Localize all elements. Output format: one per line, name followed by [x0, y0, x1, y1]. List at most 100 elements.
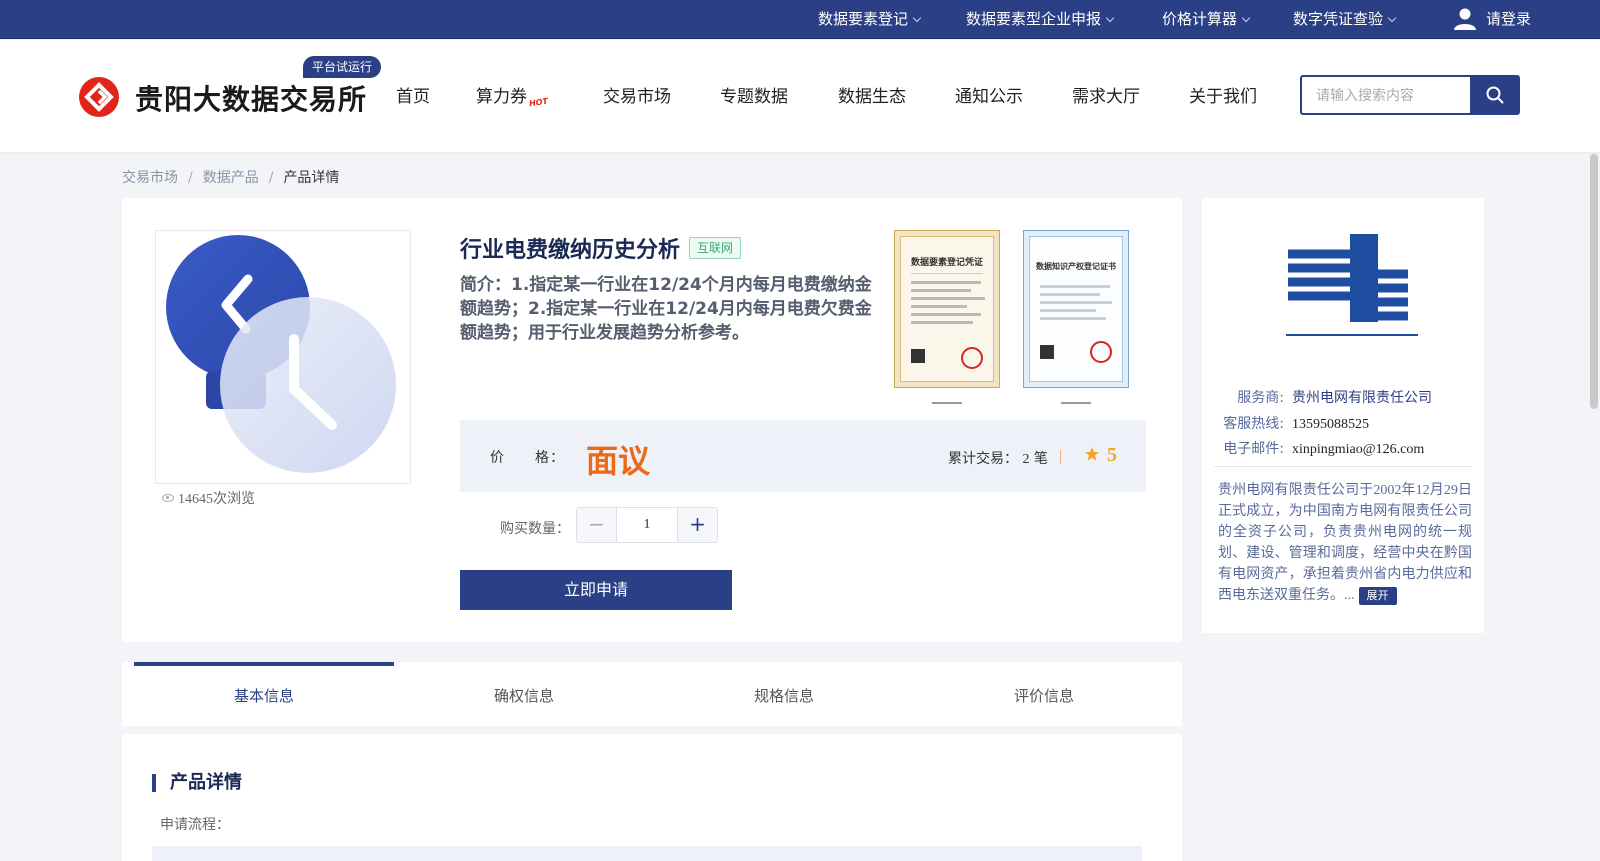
- expand-button[interactable]: 展开: [1358, 586, 1397, 605]
- user-icon[interactable]: [1452, 6, 1478, 32]
- red-seal-icon: [961, 347, 983, 369]
- login-link[interactable]: 请登录: [1486, 0, 1531, 39]
- price-label: 价 格：: [490, 450, 565, 466]
- company-description: 贵州电网有限责任公司于2002年12月29日正式成立，为中国南方电网有限责任公司…: [1218, 480, 1472, 606]
- trade-unit: 笔: [1033, 451, 1048, 467]
- certificate-title: 数据要素登记凭证: [910, 258, 983, 268]
- trade-count: 累计交易： 2 笔: [948, 448, 1048, 468]
- chevron-down-icon: [1387, 13, 1397, 23]
- page-scrollbar[interactable]: [1590, 154, 1598, 409]
- search-button[interactable]: [1470, 75, 1520, 115]
- nav-demand-hall[interactable]: 需求大厅: [1072, 82, 1140, 107]
- rating: 5: [1084, 442, 1117, 467]
- service-label: 服务商:: [1237, 390, 1284, 406]
- application-process-label: 申请流程：: [160, 817, 230, 833]
- text-line: [911, 321, 973, 324]
- hot-badge: HOT: [528, 96, 549, 109]
- product-detail-section: 产品详情 申请流程：: [122, 734, 1182, 861]
- email-label: 电子邮件:: [1223, 441, 1284, 457]
- topbar-menu-enterprise-declaration[interactable]: 数据要素型企业申报: [966, 0, 1115, 39]
- product-image: [155, 230, 411, 484]
- decrease-quantity-button[interactable]: −: [577, 508, 617, 542]
- qr-code-icon: [1040, 345, 1054, 359]
- tab-ownership-info[interactable]: 确权信息: [394, 662, 654, 726]
- text-line: [1040, 285, 1110, 288]
- provider-service-row: 服务商: 贵州电网有限责任公司: [1216, 387, 1432, 407]
- nav-market[interactable]: 交易市场: [603, 82, 671, 107]
- provider-hotline-row: 客服热线: 13595088525: [1216, 413, 1369, 433]
- quantity-input[interactable]: 1: [617, 508, 677, 542]
- apply-now-button[interactable]: 立即申请: [460, 570, 732, 610]
- breadcrumb-market[interactable]: 交易市场: [122, 170, 178, 186]
- breadcrumb-separator: /: [268, 170, 274, 186]
- provider-email-row: 电子邮件: xinpingmiao@126.com: [1216, 438, 1424, 458]
- certificate-thumbnail-ip[interactable]: 数据知识产权登记证书: [1023, 230, 1129, 388]
- view-count: 14645次浏览: [162, 488, 255, 508]
- thumbnail-indicator: [932, 402, 962, 404]
- lightbulb-clock-icon: [166, 235, 396, 473]
- hotline-value: 13595088525: [1292, 417, 1369, 432]
- text-line: [1040, 301, 1112, 304]
- text-line: [911, 313, 981, 316]
- main-header: 贵阳大数据交易所 平台试运行 首页 算力券HOT 交易市场 专题数据 数据生态 …: [0, 40, 1600, 152]
- topbar-menu-price-calculator[interactable]: 价格计算器: [1162, 0, 1251, 39]
- tab-spec-info[interactable]: 规格信息: [654, 662, 914, 726]
- nav-compute-voucher[interactable]: 算力券HOT: [476, 82, 549, 109]
- topbar-menu-label: 数字凭证查验: [1293, 10, 1384, 28]
- divider: [911, 273, 983, 274]
- star-icon: [1085, 447, 1099, 461]
- price-panel: 价 格： 面议 累计交易： 2 笔 5: [460, 420, 1146, 492]
- nav-topic-data[interactable]: 专题数据: [720, 82, 788, 107]
- nav-home[interactable]: 首页: [396, 82, 430, 107]
- trade-count-value: 2: [1022, 452, 1030, 467]
- hotline-label: 客服热线:: [1223, 416, 1284, 432]
- top-utility-bar: 数据要素登记 数据要素型企业申报 价格计算器 数字凭证查验 请登录: [0, 0, 1600, 39]
- tab-review-info[interactable]: 评价信息: [914, 662, 1174, 726]
- nav-ecosystem[interactable]: 数据生态: [838, 82, 906, 107]
- product-card: 14645次浏览 行业电费缴纳历史分析 互联网 简介：1.指定某一行业在12/2…: [122, 198, 1182, 642]
- topbar-menu-label: 价格计算器: [1162, 10, 1238, 28]
- text-line: [1040, 293, 1100, 296]
- thumbnail-indicator: [1061, 402, 1091, 404]
- price-value: 面议: [586, 442, 651, 480]
- nav-label: 算力券: [476, 87, 527, 107]
- text-line: [911, 281, 981, 284]
- section-title: 产品详情: [152, 774, 242, 792]
- search-icon: [1486, 86, 1504, 104]
- certificate-thumbnail-registration[interactable]: 数据要素登记凭证: [894, 230, 1000, 388]
- nav-about-us[interactable]: 关于我们: [1189, 82, 1257, 107]
- text-line: [1040, 309, 1096, 312]
- chevron-down-icon: [1105, 13, 1115, 23]
- text-line: [1040, 317, 1106, 320]
- tab-basic-info[interactable]: 基本信息: [134, 662, 394, 726]
- service-provider-link[interactable]: 贵州电网有限责任公司: [1292, 390, 1432, 406]
- breadcrumb-data-products[interactable]: 数据产品: [203, 170, 259, 186]
- trial-badge: 平台试运行: [303, 56, 382, 78]
- breadcrumb-separator: /: [188, 170, 193, 186]
- qr-code-icon: [911, 349, 925, 363]
- provider-card: 服务商: 贵州电网有限责任公司 客服热线: 13595088525 电子邮件: xin…: [1202, 198, 1484, 633]
- category-tag: 互联网: [689, 237, 742, 259]
- divider: [1214, 466, 1472, 467]
- chevron-down-icon: [1241, 13, 1251, 23]
- text-line: [911, 305, 967, 308]
- product-info-tabs: 基本信息 确权信息 规格信息 评价信息: [122, 662, 1182, 726]
- certificate-title: 数据知识产权登记证书: [1036, 262, 1116, 271]
- nav-notices[interactable]: 通知公示: [955, 82, 1023, 107]
- breadcrumb-current: 产品详情: [283, 170, 340, 186]
- topbar-menu-certificate-check[interactable]: 数字凭证查验: [1293, 0, 1397, 39]
- site-logo-text[interactable]: 贵阳大数据交易所: [135, 78, 367, 118]
- topbar-menu-label: 数据要素登记: [818, 10, 909, 28]
- breadcrumb: 交易市场 / 数据产品 / 产品详情: [122, 167, 339, 187]
- topbar-menu-label: 数据要素型企业申报: [966, 10, 1102, 28]
- exchange-logo-icon[interactable]: [78, 76, 120, 118]
- topbar-menu-data-element-registration[interactable]: 数据要素登记: [818, 0, 922, 39]
- divider: [1060, 450, 1061, 464]
- red-seal-icon: [1090, 341, 1112, 363]
- product-title: 行业电费缴纳历史分析: [460, 238, 681, 263]
- eye-icon: [162, 494, 174, 502]
- search-input[interactable]: [1300, 75, 1470, 115]
- increase-quantity-button[interactable]: +: [677, 508, 717, 542]
- quantity-stepper: − 1 +: [576, 507, 718, 543]
- chevron-down-icon: [912, 13, 922, 23]
